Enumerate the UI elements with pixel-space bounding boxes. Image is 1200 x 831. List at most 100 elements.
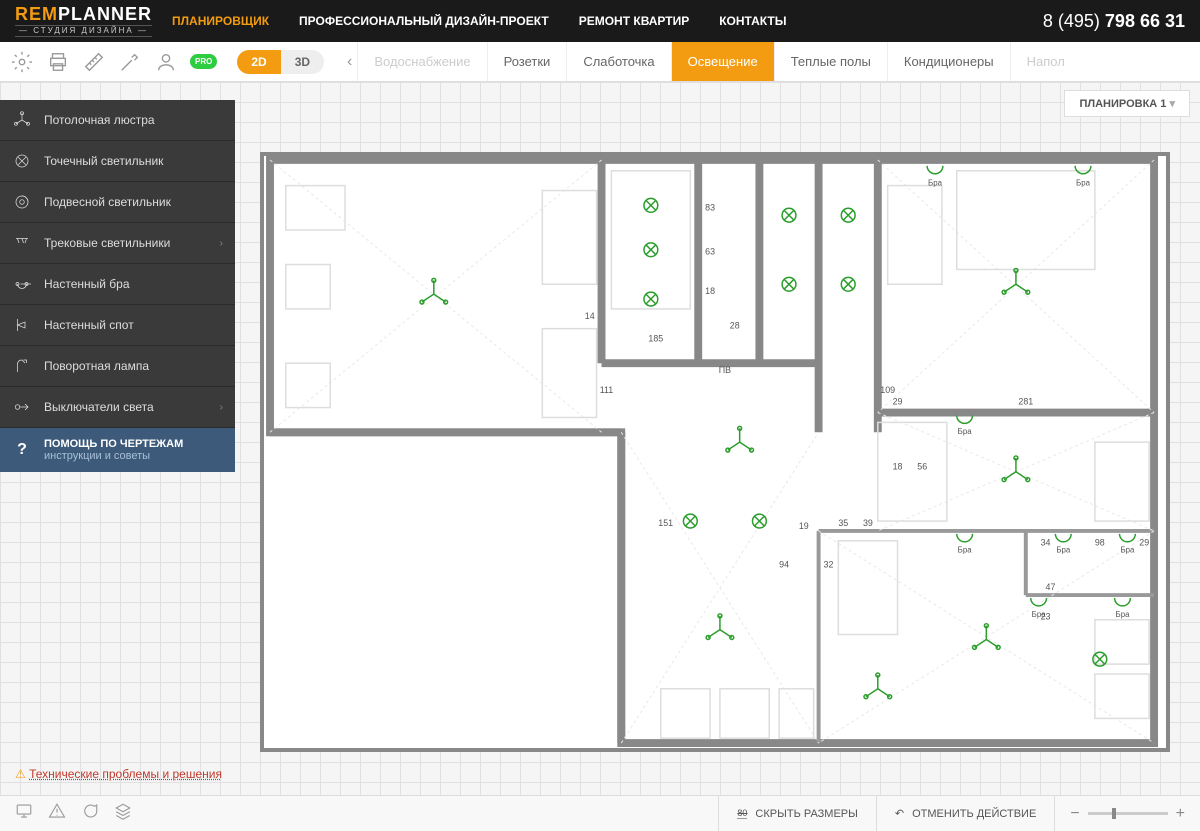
- item-label: Настенный бра: [44, 277, 130, 291]
- hide-dimensions-button[interactable]: 80 СКРЫТЬ РАЗМЕРЫ: [718, 796, 875, 831]
- svg-text:Бра: Бра: [1120, 546, 1135, 555]
- undo-button[interactable]: ↶ ОТМЕНИТЬ ДЕЙСТВИЕ: [876, 796, 1054, 831]
- svg-text:Бра: Бра: [1116, 610, 1131, 619]
- spotlight-icon: [12, 151, 32, 171]
- lighting-sidebar: Потолочная люстра Точечный светильник По…: [0, 100, 235, 472]
- svg-text:29: 29: [1139, 538, 1149, 548]
- view-2d-button[interactable]: 2D: [237, 50, 280, 74]
- logo-subtitle: — СТУДИЯ ДИЗАЙНА —: [15, 25, 152, 37]
- sconce-icon: [12, 274, 32, 294]
- svg-text:Бра: Бра: [1076, 179, 1091, 188]
- item-label: Подвесной светильник: [44, 195, 171, 209]
- svg-text:18: 18: [705, 286, 715, 296]
- chandelier-icon: [12, 110, 32, 130]
- svg-text:Бра: Бра: [1056, 546, 1071, 555]
- tab-lighting[interactable]: Освещение: [671, 42, 774, 81]
- svg-text:32: 32: [824, 559, 834, 569]
- pro-badge[interactable]: PRO: [190, 54, 217, 69]
- tech-issues-link[interactable]: Технические проблемы и решения: [15, 767, 222, 781]
- item-label: Потолочная люстра: [44, 113, 155, 127]
- svg-text:185: 185: [648, 333, 663, 343]
- svg-text:28: 28: [730, 321, 740, 331]
- item-spotlight[interactable]: Точечный светильник: [0, 141, 235, 182]
- svg-text:281: 281: [1018, 397, 1033, 407]
- svg-text:56: 56: [917, 462, 927, 472]
- track-icon: [12, 233, 32, 253]
- item-switches[interactable]: Выключатели света ›: [0, 387, 235, 428]
- tab-aircon[interactable]: Кондиционеры: [887, 42, 1010, 81]
- zoom-slider[interactable]: [1088, 812, 1168, 815]
- svg-text:ПВ: ПВ: [719, 365, 731, 375]
- settings-icon[interactable]: [10, 50, 34, 74]
- question-icon: ?: [12, 441, 32, 459]
- logo[interactable]: REMPLANNER — СТУДИЯ ДИЗАЙНА —: [15, 5, 152, 37]
- swivel-icon: [12, 356, 32, 376]
- nav-contacts[interactable]: КОНТАКТЫ: [719, 14, 786, 28]
- item-label: Выключатели света: [44, 400, 154, 414]
- plan-selector[interactable]: ПЛАНИРОВКА 1: [1064, 90, 1190, 117]
- nav-planner[interactable]: ПЛАНИРОВЩИК: [172, 14, 269, 28]
- help-panel[interactable]: ? ПОМОЩЬ ПО ЧЕРТЕЖАМ инструкции и советы: [0, 428, 235, 472]
- svg-text:18: 18: [893, 462, 903, 472]
- pendant-icon: [12, 192, 32, 212]
- svg-text:Бра: Бра: [958, 427, 973, 436]
- item-sconce[interactable]: Настенный бра: [0, 264, 235, 305]
- monitor-icon[interactable]: [15, 802, 33, 825]
- tabs-prev-button[interactable]: ‹: [342, 42, 357, 81]
- measure-icon[interactable]: [82, 50, 106, 74]
- svg-text:14: 14: [585, 311, 595, 321]
- zoom-in-button[interactable]: +: [1176, 805, 1185, 823]
- item-label: Точечный светильник: [44, 154, 163, 168]
- warning-icon[interactable]: [48, 802, 66, 825]
- svg-text:47: 47: [1046, 582, 1056, 592]
- layers-icon[interactable]: [114, 802, 132, 825]
- view-3d-button[interactable]: 3D: [281, 50, 324, 74]
- tab-warmfloor[interactable]: Теплые полы: [774, 42, 887, 81]
- svg-text:83: 83: [705, 202, 715, 212]
- svg-text:Бра: Бра: [958, 546, 973, 555]
- print-icon[interactable]: [46, 50, 70, 74]
- zoom-control: − +: [1054, 796, 1200, 831]
- item-track[interactable]: Трековые светильники ›: [0, 223, 235, 264]
- chevron-right-icon: ›: [220, 238, 223, 249]
- chat-icon[interactable]: [81, 802, 99, 825]
- dims-badge: 80: [737, 808, 747, 819]
- item-pendant[interactable]: Подвесной светильник: [0, 182, 235, 223]
- tools-icon[interactable]: [118, 50, 142, 74]
- logo-planner: PLANNER: [58, 4, 152, 24]
- chevron-right-icon: ›: [220, 402, 223, 413]
- logo-rem: REM: [15, 4, 58, 24]
- tab-lowcurrent[interactable]: Слаботочка: [566, 42, 670, 81]
- person-icon[interactable]: [154, 50, 178, 74]
- help-subtitle: инструкции и советы: [44, 450, 183, 462]
- hide-dims-label: СКРЫТЬ РАЗМЕРЫ: [755, 808, 857, 820]
- item-label: Трековые светильники: [44, 236, 170, 250]
- item-swivel[interactable]: Поворотная лампа: [0, 346, 235, 387]
- floorplan[interactable]: 125 233 75 Бра Бра Бра Бра Бра Бра Бра Б…: [260, 152, 1170, 752]
- zoom-out-button[interactable]: −: [1070, 805, 1079, 823]
- item-label: Поворотная лампа: [44, 359, 149, 373]
- undo-label: ОТМЕНИТЬ ДЕЙСТВИЕ: [912, 808, 1036, 820]
- toolbar: PRO 2D 3D ‹ Водоснабжение Розетки Слабот…: [0, 42, 1200, 82]
- tab-water[interactable]: Водоснабжение: [357, 42, 486, 81]
- svg-text:19: 19: [799, 521, 809, 531]
- item-wallspot[interactable]: Настенный спот: [0, 305, 235, 346]
- svg-text:39: 39: [863, 518, 873, 528]
- item-chandelier[interactable]: Потолочная люстра: [0, 100, 235, 141]
- help-title: ПОМОЩЬ ПО ЧЕРТЕЖАМ: [44, 438, 183, 450]
- item-label: Настенный спот: [44, 318, 134, 332]
- tab-sockets[interactable]: Розетки: [487, 42, 567, 81]
- view-toggle: 2D 3D: [237, 50, 324, 74]
- undo-icon: ↶: [895, 807, 904, 820]
- phone-number[interactable]: 8 (495) 798 66 31: [1043, 11, 1185, 32]
- tab-flooring[interactable]: Напол: [1010, 42, 1081, 81]
- svg-text:98: 98: [1095, 538, 1105, 548]
- wallspot-icon: [12, 315, 32, 335]
- svg-text:151: 151: [658, 518, 673, 528]
- svg-text:35: 35: [838, 518, 848, 528]
- svg-text:94: 94: [779, 559, 789, 569]
- bottom-bar: 80 СКРЫТЬ РАЗМЕРЫ ↶ ОТМЕНИТЬ ДЕЙСТВИЕ − …: [0, 795, 1200, 831]
- nav-renovation[interactable]: РЕМОНТ КВАРТИР: [579, 14, 690, 28]
- nav-design-project[interactable]: ПРОФЕССИОНАЛЬНЫЙ ДИЗАЙН-ПРОЕКТ: [299, 14, 549, 28]
- layer-tabs: Водоснабжение Розетки Слаботочка Освещен…: [357, 42, 1200, 81]
